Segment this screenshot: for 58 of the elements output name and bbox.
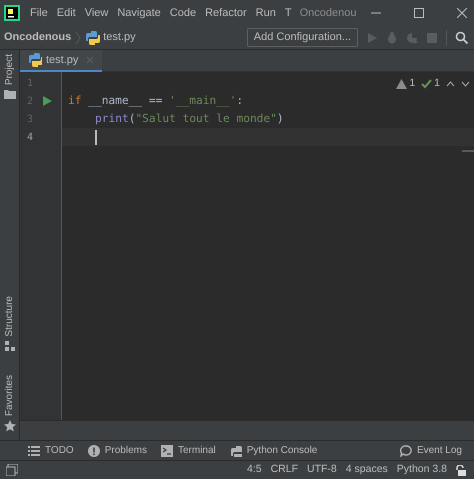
breadcrumb[interactable]: test.py: [103, 29, 136, 46]
status-item[interactable]: UTF-8: [307, 462, 337, 478]
run-icon[interactable]: [42, 96, 52, 106]
breadcrumb[interactable]: Oncodenous: [4, 29, 72, 46]
structure-icon: [4, 340, 14, 351]
menu-item[interactable]: Code: [170, 4, 196, 22]
star-icon: [4, 420, 16, 432]
tool-window-tab[interactable]: Project: [2, 54, 17, 86]
code-line: print("Salut tout le monde"): [95, 110, 284, 127]
chevron-icon: [74, 30, 82, 44]
python-file-icon: [85, 30, 102, 46]
tab-label: test.py: [46, 52, 78, 68]
status-item[interactable]: 4:5: [246, 462, 262, 478]
close-icon: [457, 8, 468, 18]
python-icon: [230, 444, 242, 456]
python-file-icon: [28, 52, 42, 68]
maximize-icon: [414, 8, 424, 18]
chevron-up-icon: [446, 80, 455, 87]
search-icon: [455, 31, 468, 44]
typo-count[interactable]: 1: [434, 76, 440, 92]
chevron-down-icon: [461, 80, 470, 87]
tool-window-button[interactable]: Problems: [88, 443, 147, 458]
menu-item[interactable]: T: [284, 4, 292, 22]
typo-check-icon: [421, 78, 432, 89]
window-title: Oncodenou: [300, 6, 356, 21]
menu-item[interactable]: File: [30, 4, 48, 22]
status-item[interactable]: 4 spaces: [346, 462, 388, 478]
editor-tab[interactable]: test.py: [20, 50, 102, 72]
stop-icon: [426, 32, 438, 44]
line-number: 4: [27, 130, 34, 144]
tool-window-button[interactable]: Terminal: [160, 443, 216, 458]
menu-item[interactable]: Edit: [56, 4, 76, 22]
menu-item[interactable]: Navigate: [117, 4, 161, 22]
scroll-mark: [462, 150, 474, 152]
menu-item[interactable]: Refactor: [205, 4, 247, 22]
app-logo-icon: [4, 5, 20, 21]
tool-window-button[interactable]: Event Log: [400, 443, 462, 458]
status-item[interactable]: CRLF: [270, 462, 298, 478]
code-line: if __name__ == '__main__':: [68, 92, 244, 109]
terminal-icon: [160, 444, 173, 456]
tool-window-tab[interactable]: Favorites: [2, 374, 17, 416]
tool-window-button[interactable]: TODO: [28, 443, 74, 458]
status-item[interactable]: Python 3.8: [396, 462, 447, 478]
menu-item[interactable]: Run: [256, 4, 276, 22]
folder-icon: [4, 89, 16, 100]
configuration-button[interactable]: Add Configuration...: [246, 28, 358, 47]
warning-count[interactable]: 1: [409, 76, 416, 92]
speech-bubble-icon: [400, 444, 412, 456]
tool-window-button[interactable]: Python Console: [230, 443, 318, 458]
menu-item[interactable]: View: [84, 4, 108, 22]
exclamation-icon: [88, 444, 100, 456]
layout-icon: [6, 464, 18, 476]
tool-window-tab[interactable]: Structure: [2, 296, 17, 337]
lock-icon: [455, 464, 466, 476]
run-icon: [366, 32, 378, 44]
text-cursor: [95, 130, 96, 144]
warning-icon: [396, 78, 408, 89]
list-icon: [28, 444, 40, 456]
